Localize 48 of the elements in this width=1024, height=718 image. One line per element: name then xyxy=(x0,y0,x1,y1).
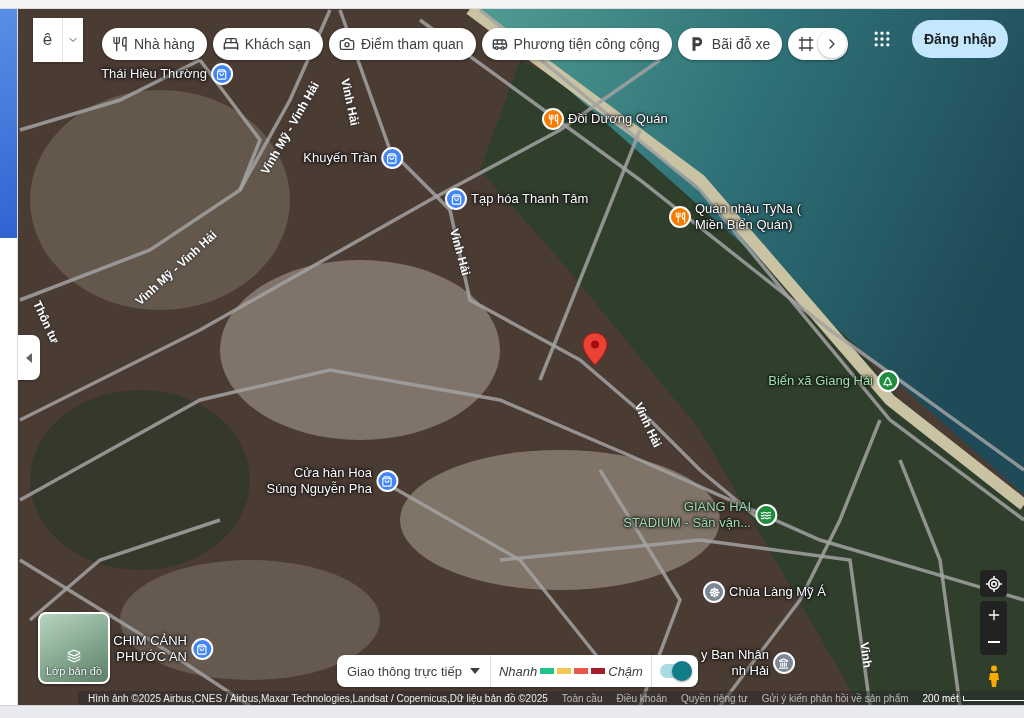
layers-icon xyxy=(67,649,81,663)
category-chip[interactable]: Điểm tham quan xyxy=(328,28,476,60)
category-chip[interactable] xyxy=(788,28,849,60)
footer-link[interactable]: Toàn cầu xyxy=(561,692,603,704)
place-label[interactable]: Đồi Dương Quán xyxy=(568,111,668,127)
my-location-button[interactable] xyxy=(980,570,1007,597)
place-label[interactable]: Tạp hóa Thanh Tâm xyxy=(471,191,589,207)
category-chip[interactable]: Khách sạn xyxy=(212,28,323,60)
road-label: Vinh xyxy=(857,641,875,669)
road-label: Vinh Hải xyxy=(631,400,665,450)
footer-link[interactable]: Quyền riêng tư xyxy=(681,692,748,704)
category-chip[interactable]: Phương tiện công cộng xyxy=(481,28,672,60)
place-label[interactable]: Chùa Làng Mỹ Á xyxy=(729,584,826,600)
traffic-dropdown[interactable]: Giao thông trực tiếp xyxy=(337,655,491,687)
login-button[interactable]: Đăng nhập xyxy=(912,20,1009,58)
collapse-panel-button[interactable] xyxy=(18,335,40,380)
location-pin-icon xyxy=(582,332,608,366)
camera-icon xyxy=(338,36,355,52)
crosshair-icon xyxy=(984,574,1003,593)
fork-knife-icon xyxy=(112,36,128,52)
next-button[interactable] xyxy=(818,30,847,58)
pegman-icon[interactable] xyxy=(987,665,1000,687)
place-label[interactable]: y Ban Nhân nh Hải xyxy=(701,647,769,679)
road-label: Vinh Hải xyxy=(338,77,362,127)
footer-link[interactable]: Điều khoản xyxy=(616,692,668,704)
bus-icon xyxy=(491,36,508,52)
road-label: Thôn tư xyxy=(30,298,62,346)
legend-label: Chậm xyxy=(608,663,643,679)
legend-label: Nhanh xyxy=(498,663,538,679)
input-tool-button[interactable]: ê xyxy=(33,18,63,62)
footer-link[interactable]: Gửi ý kiến phản hồi về sản phẩm xyxy=(761,692,909,704)
bed-icon xyxy=(222,36,239,52)
scale-label: 200 mét xyxy=(922,692,959,704)
scale-bar xyxy=(962,695,1024,701)
attribution-text: Hình ảnh ©2025 Airbus,CNES / Airbus,Maxar Technologies,Landsat / Copernicus,Dữ liệu bản đồ ©2025 xyxy=(88,692,548,704)
place-label[interactable]: Khuyến Trần xyxy=(303,150,377,166)
traffic-toggle[interactable] xyxy=(659,664,690,678)
road-label: Vinh Mỹ - Vinh Hải xyxy=(132,227,220,309)
road-label: Vinh Hải xyxy=(447,227,473,277)
frame-icon xyxy=(798,36,815,52)
triangle-left-icon xyxy=(26,352,32,363)
category-chip[interactable]: Nhà hàng xyxy=(102,28,207,60)
place-label[interactable]: Cửa hàn Hoa Súng Nguyễn Pha xyxy=(266,465,372,497)
place-label[interactable]: Thái Hiều Thường xyxy=(101,66,207,82)
caret-icon xyxy=(469,668,480,674)
place-label[interactable]: CHIM CẢNH PHƯỚC AN xyxy=(113,633,187,665)
minus-icon xyxy=(987,640,1000,643)
category-chip[interactable]: Bãi đỗ xe xyxy=(677,28,783,60)
